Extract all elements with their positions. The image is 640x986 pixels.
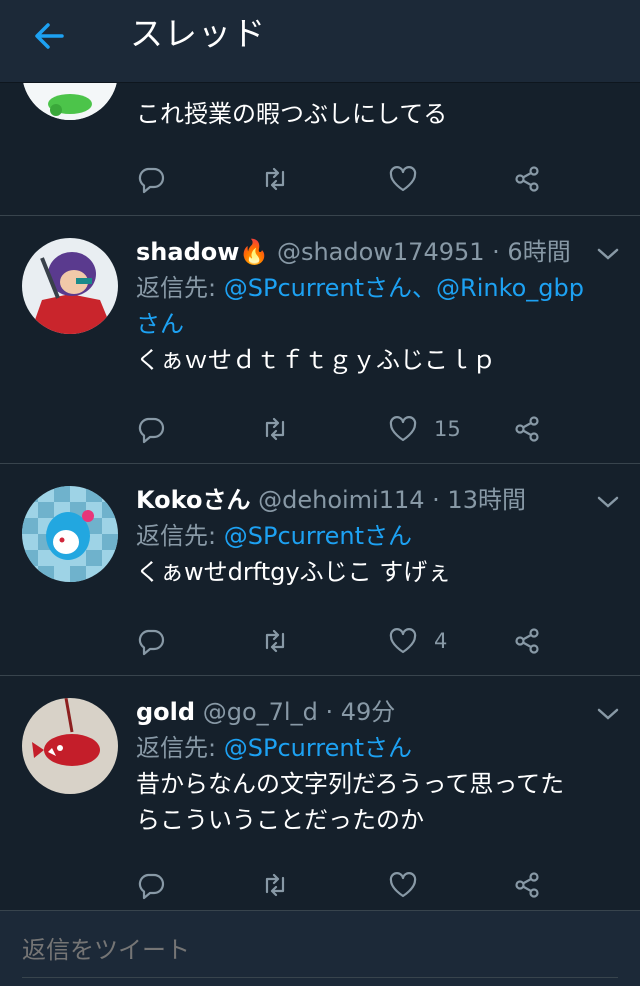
tweet-header: shadow🔥 @shadow174951 · 6時間: [136, 238, 571, 266]
avatar[interactable]: [22, 698, 118, 794]
tweet-3[interactable]: gold @go_7l_d · 49分 返信先: @SPcurrentさん 昔か…: [0, 676, 640, 910]
reply-icon: [138, 417, 165, 444]
retweet-button[interactable]: [260, 868, 290, 902]
reply-icon: [138, 873, 165, 900]
retweet-icon: [265, 167, 285, 191]
like-count: 15: [434, 417, 461, 441]
tweet-1[interactable]: shadow🔥 @shadow174951 · 6時間 返信先: @SPcurr…: [0, 216, 640, 464]
reply-button[interactable]: [136, 162, 166, 196]
share-button[interactable]: [512, 162, 542, 196]
like-button[interactable]: 4: [388, 624, 447, 658]
like-count: 4: [434, 629, 448, 653]
chevron-down-icon[interactable]: [596, 494, 620, 510]
page-title: スレッド: [130, 14, 266, 53]
app-header: スレッド: [0, 0, 640, 82]
like-button[interactable]: [388, 162, 434, 196]
heart-icon: [389, 872, 417, 898]
reply-prefix: 返信先:: [136, 734, 217, 762]
tweet-text: これ授業の暇つぶしにしてる: [136, 100, 448, 128]
reply-prefix: 返信先:: [136, 274, 217, 302]
tweet-actions: 15: [136, 412, 556, 446]
flame-icon: 🔥: [239, 238, 270, 266]
avatar-image: [22, 698, 118, 794]
mention-link[interactable]: @SPcurrentさん: [224, 734, 412, 762]
user-name[interactable]: Kokoさん: [136, 486, 250, 514]
mention-link[interactable]: @SPcurrentさん、@Rinko_gbp: [224, 274, 584, 302]
avatar[interactable]: [22, 486, 118, 582]
retweet-button[interactable]: [260, 624, 290, 658]
tweet-text: くぁwせdrftgyふじこ すげぇ: [136, 558, 452, 586]
avatar-image: [22, 486, 118, 582]
like-button[interactable]: [388, 868, 434, 902]
share-icon: [515, 628, 539, 654]
avatar[interactable]: [22, 238, 118, 334]
user-name[interactable]: gold: [136, 698, 195, 726]
heart-icon: [389, 628, 417, 654]
avatar-image: [22, 238, 118, 334]
mention-link-continued[interactable]: さん: [136, 310, 184, 338]
retweet-icon: [265, 629, 285, 653]
reply-button[interactable]: [136, 412, 166, 446]
tweet-text: 昔からなんの文字列だろうって思ってた: [136, 770, 565, 798]
user-handle[interactable]: @shadow174951: [277, 238, 485, 266]
retweet-icon: [265, 873, 285, 897]
tweet-time: 13時間: [447, 486, 526, 514]
retweet-button[interactable]: [260, 162, 290, 196]
back-arrow-icon: [35, 23, 64, 49]
like-button[interactable]: 15: [388, 412, 461, 446]
reply-input[interactable]: [22, 933, 602, 967]
heart-icon: [389, 166, 417, 192]
user-name[interactable]: shadow: [136, 238, 239, 266]
share-button[interactable]: [512, 868, 542, 902]
share-icon: [515, 416, 539, 442]
tweet-header: Kokoさん @dehoimi114 · 13時間: [136, 486, 526, 514]
heart-icon: [389, 416, 417, 442]
tweet-actions: 4: [136, 624, 556, 658]
share-button[interactable]: [512, 412, 542, 446]
tweet-2[interactable]: Kokoさん @dehoimi114 · 13時間 返信先: @SPcurren…: [0, 464, 640, 676]
compose-underline: [22, 977, 618, 978]
share-icon: [515, 872, 539, 898]
tweet-text-continued: らこういうことだったのか: [136, 806, 424, 834]
retweet-icon: [265, 417, 285, 441]
retweet-button[interactable]: [260, 412, 290, 446]
tweet-header: gold @go_7l_d · 49分: [136, 698, 396, 726]
user-handle[interactable]: @go_7l_d: [203, 698, 318, 726]
share-icon: [515, 166, 539, 192]
chevron-down-icon[interactable]: [596, 246, 620, 262]
reply-to: 返信先: @SPcurrentさん: [136, 730, 620, 766]
tweet-text: くぁｗせｄｔｆｔｇｙふじこｌｐ: [136, 346, 496, 374]
reply-button[interactable]: [136, 868, 166, 902]
reply-icon: [138, 629, 165, 656]
tweet-time: 6時間: [507, 238, 571, 266]
reply-button[interactable]: [136, 624, 166, 658]
mention-link[interactable]: @SPcurrentさん: [224, 522, 412, 550]
tweet-actions: [136, 162, 556, 196]
reply-to: 返信先: @SPcurrentさん、@Rinko_gbp: [136, 270, 620, 306]
reply-prefix: 返信先:: [136, 522, 217, 550]
tweet-time: 49分: [340, 698, 396, 726]
back-button[interactable]: [26, 20, 74, 52]
tweet-actions: [136, 868, 556, 902]
chevron-down-icon[interactable]: [596, 706, 620, 722]
reply-icon: [138, 167, 165, 194]
user-handle[interactable]: @dehoimi114: [258, 486, 424, 514]
share-button[interactable]: [512, 624, 542, 658]
thread-screen: これ授業の暇つぶしにしてる shadow🔥 @shadow174951 · 6時…: [0, 0, 640, 986]
reply-compose-bar: [0, 910, 640, 986]
reply-to: 返信先: @SPcurrentさん: [136, 518, 620, 554]
